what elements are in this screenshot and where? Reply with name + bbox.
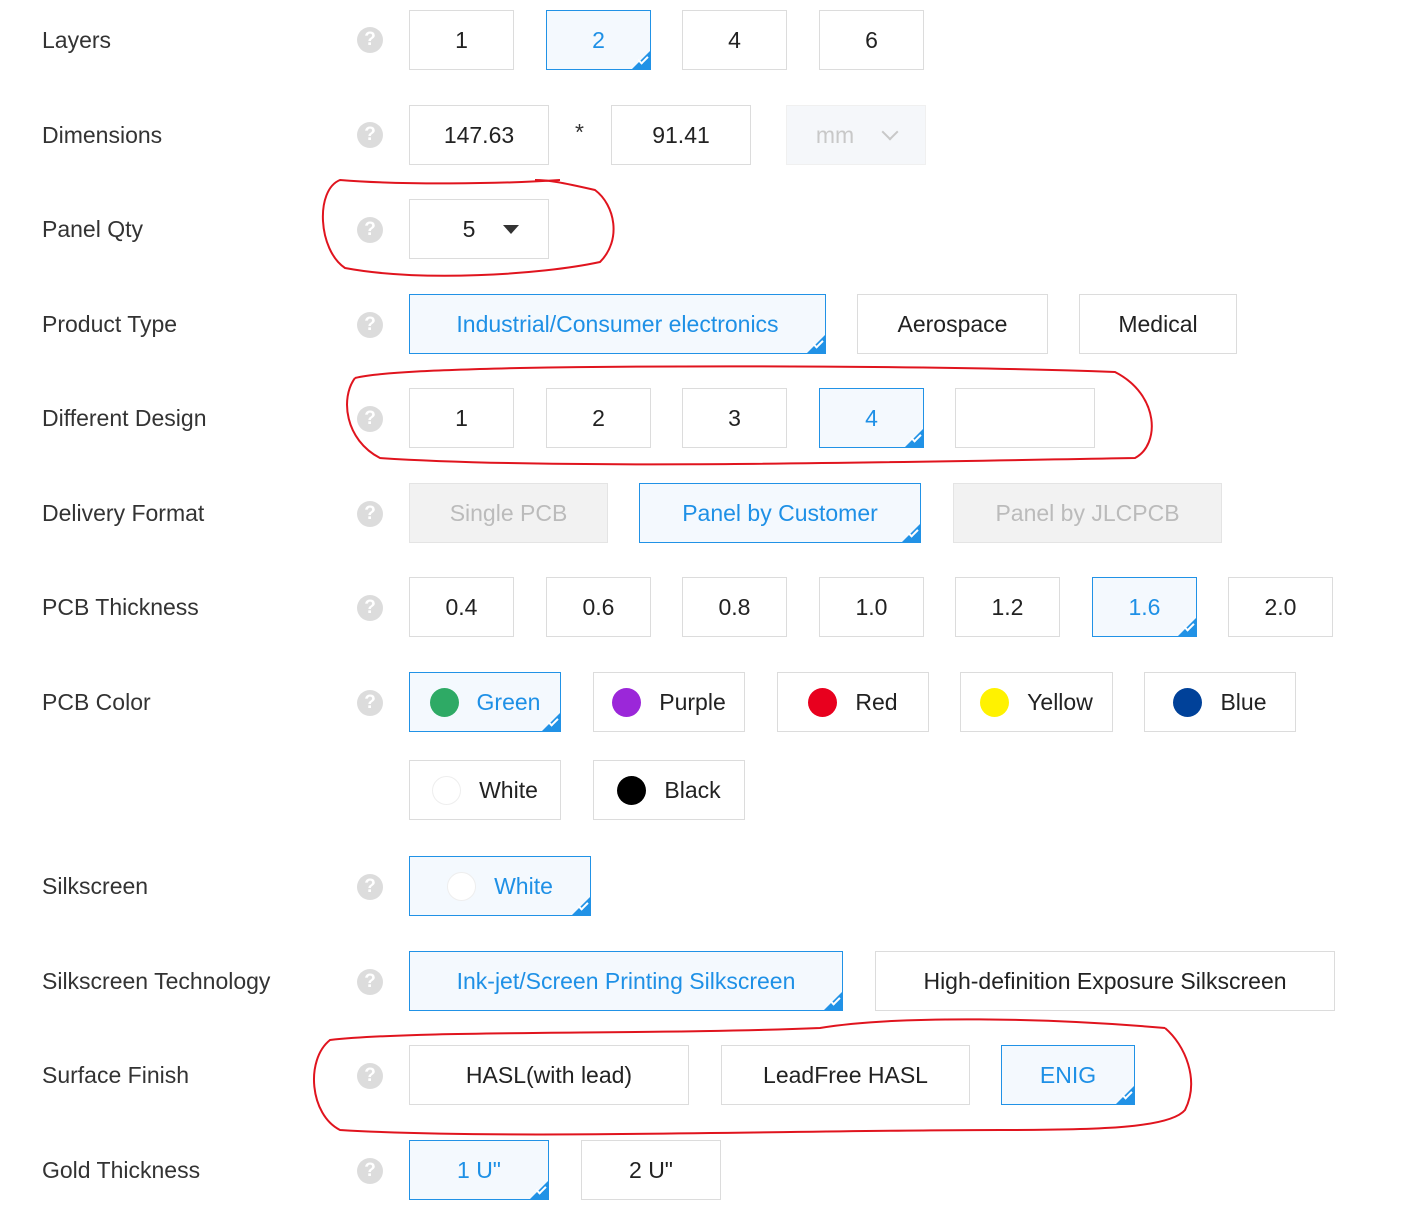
row-delivery-format: Delivery Format ? Single PCB Panel by Cu… <box>0 483 1408 543</box>
white-swatch-icon <box>432 775 462 805</box>
help-icon[interactable]: ? <box>357 1158 383 1184</box>
layers-option-6[interactable]: 6 <box>819 10 924 70</box>
row-panel-qty: Panel Qty ? 5 <box>0 199 1408 259</box>
color-purple[interactable]: Purple <box>593 672 745 732</box>
silkscreen-white-label: White <box>494 872 553 899</box>
silkscreen-white[interactable]: White <box>409 856 591 916</box>
different-design-option-4[interactable]: 4 <box>819 388 924 448</box>
product-type-industrial[interactable]: Industrial/Consumer electronics <box>409 294 826 354</box>
color-red-label: Red <box>855 688 898 715</box>
height-input[interactable]: 91.41 <box>611 105 751 165</box>
row-gold-thickness: Gold Thickness ? 1 U" 2 U" <box>0 1140 1408 1200</box>
help-icon[interactable]: ? <box>357 690 383 716</box>
delivery-panel-by-jlcpcb: Panel by JLCPCB <box>953 483 1222 543</box>
row-surface-finish: Surface Finish ? HASL(with lead) LeadFre… <box>0 1045 1408 1105</box>
color-red[interactable]: Red <box>777 672 929 732</box>
row-product-type: Product Type ? Industrial/Consumer elect… <box>0 294 1408 354</box>
surface-finish-label: Surface Finish <box>42 1062 190 1088</box>
thickness-0-8[interactable]: 0.8 <box>682 577 787 637</box>
help-icon[interactable]: ? <box>357 27 383 53</box>
color-purple-label: Purple <box>659 688 726 715</box>
color-blue-label: Blue <box>1220 688 1267 715</box>
panel-qty-value: 5 <box>462 215 476 242</box>
delivery-format-label: Delivery Format <box>42 500 205 526</box>
help-icon[interactable]: ? <box>357 595 383 621</box>
blue-swatch-icon <box>1173 687 1203 717</box>
surface-hasl-with-lead[interactable]: HASL(with lead) <box>409 1045 689 1105</box>
layers-option-1[interactable]: 1 <box>409 10 514 70</box>
layers-label: Layers <box>42 27 112 53</box>
silkscreen-tech-hd-exposure[interactable]: High-definition Exposure Silkscreen <box>875 951 1335 1011</box>
different-design-option-2[interactable]: 2 <box>546 388 651 448</box>
row-silkscreen: Silkscreen ? White <box>0 856 1408 916</box>
purple-swatch-icon <box>612 687 642 717</box>
black-swatch-icon <box>617 775 647 805</box>
unit-select[interactable]: mm <box>786 105 926 165</box>
thickness-2-0[interactable]: 2.0 <box>1228 577 1333 637</box>
color-black-label: Black <box>664 776 721 803</box>
color-green[interactable]: Green <box>409 672 561 732</box>
layers-option-2[interactable]: 2 <box>546 10 651 70</box>
thickness-0-6[interactable]: 0.6 <box>546 577 651 637</box>
product-type-aerospace[interactable]: Aerospace <box>857 294 1048 354</box>
color-yellow-label: Yellow <box>1027 688 1093 715</box>
row-silkscreen-technology: Silkscreen Technology ? Ink-jet/Screen P… <box>0 951 1408 1011</box>
surface-leadfree-hasl[interactable]: LeadFree HASL <box>721 1045 970 1105</box>
row-pcb-color: PCB Color ? Green Purple Red Yellow Blue… <box>0 672 1408 822</box>
thickness-0-4[interactable]: 0.4 <box>409 577 514 637</box>
dimension-separator: * <box>575 119 584 145</box>
row-layers: Layers ? 1 2 4 6 <box>0 10 1408 70</box>
surface-enig[interactable]: ENIG <box>1001 1045 1135 1105</box>
help-icon[interactable]: ? <box>357 217 383 243</box>
gold-thickness-2u[interactable]: 2 U" <box>581 1140 721 1200</box>
help-icon[interactable]: ? <box>357 501 383 527</box>
pcb-thickness-label: PCB Thickness <box>42 594 199 620</box>
delivery-single-pcb: Single PCB <box>409 483 608 543</box>
panel-qty-select[interactable]: 5 <box>409 199 549 259</box>
help-icon[interactable]: ? <box>357 406 383 432</box>
thickness-1-2[interactable]: 1.2 <box>955 577 1060 637</box>
different-design-option-3[interactable]: 3 <box>682 388 787 448</box>
gold-thickness-1u[interactable]: 1 U" <box>409 1140 549 1200</box>
width-input[interactable]: 147.63 <box>409 105 549 165</box>
chevron-down-icon <box>881 123 899 141</box>
product-type-label: Product Type <box>42 311 178 337</box>
layers-option-4[interactable]: 4 <box>682 10 787 70</box>
color-black[interactable]: Black <box>593 760 745 820</box>
silkscreen-label: Silkscreen <box>42 873 149 899</box>
different-design-label: Different Design <box>42 405 207 431</box>
red-swatch-icon <box>808 687 838 717</box>
help-icon[interactable]: ? <box>357 312 383 338</box>
help-icon[interactable]: ? <box>357 969 383 995</box>
unit-value: mm <box>815 121 855 148</box>
thickness-1-0[interactable]: 1.0 <box>819 577 924 637</box>
color-yellow[interactable]: Yellow <box>960 672 1113 732</box>
white-swatch-icon <box>447 871 477 901</box>
row-dimensions: Dimensions ? 147.63 * 91.41 mm <box>0 105 1408 165</box>
different-design-custom-input[interactable] <box>955 388 1095 448</box>
dimensions-label: Dimensions <box>42 122 163 148</box>
help-icon[interactable]: ? <box>357 1063 383 1089</box>
different-design-option-1[interactable]: 1 <box>409 388 514 448</box>
help-icon[interactable]: ? <box>357 122 383 148</box>
silkscreen-technology-label: Silkscreen Technology <box>42 968 271 994</box>
silkscreen-tech-inkjet[interactable]: Ink-jet/Screen Printing Silkscreen <box>409 951 843 1011</box>
yellow-swatch-icon <box>980 687 1010 717</box>
dropdown-triangle-icon <box>503 224 520 234</box>
thickness-1-6[interactable]: 1.6 <box>1092 577 1197 637</box>
row-pcb-thickness: PCB Thickness ? 0.4 0.6 0.8 1.0 1.2 1.6 … <box>0 577 1408 637</box>
green-swatch-icon <box>429 687 459 717</box>
color-green-label: Green <box>476 688 541 715</box>
product-type-medical[interactable]: Medical <box>1079 294 1237 354</box>
delivery-panel-by-customer[interactable]: Panel by Customer <box>639 483 921 543</box>
color-white-label: White <box>479 776 538 803</box>
color-white[interactable]: White <box>409 760 561 820</box>
row-different-design: Different Design ? 1 2 3 4 <box>0 388 1408 448</box>
gold-thickness-label: Gold Thickness <box>42 1157 201 1183</box>
help-icon[interactable]: ? <box>357 874 383 900</box>
panel-qty-label: Panel Qty <box>42 216 143 242</box>
color-blue[interactable]: Blue <box>1144 672 1296 732</box>
pcb-color-label: PCB Color <box>42 689 151 715</box>
